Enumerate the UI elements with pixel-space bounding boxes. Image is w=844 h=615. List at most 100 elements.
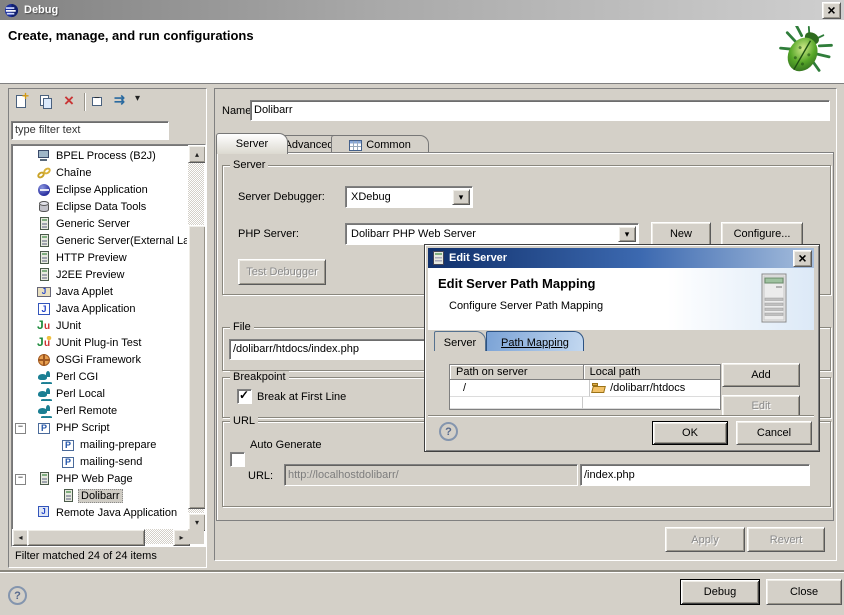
chevron-down-icon[interactable]: ▾ — [452, 189, 470, 205]
edit-mapping-button[interactable]: Edit — [722, 395, 800, 415]
chain-icon — [37, 166, 52, 180]
dialog-close-icon[interactable] — [793, 250, 812, 267]
debug-button[interactable]: Debug — [680, 579, 760, 605]
help-icon[interactable] — [8, 586, 27, 605]
dialog-tab-server[interactable]: Server — [434, 331, 486, 353]
window-title: Debug — [24, 4, 58, 16]
php-server-combo[interactable]: Dolibarr PHP Web Server ▾ — [345, 223, 639, 245]
duplicate-configuration-icon[interactable] — [36, 93, 56, 111]
ok-button[interactable]: OK — [652, 421, 728, 445]
tree-item-perl-cgi[interactable]: Perl CGI — [13, 368, 187, 385]
junit-plugin-icon — [37, 336, 52, 350]
column-header-local-path[interactable]: Local path — [584, 365, 720, 380]
auto-generate-checkbox[interactable] — [230, 452, 245, 467]
tree-item-j2ee-preview[interactable]: J2EE Preview — [13, 266, 187, 283]
osgi-icon — [37, 353, 52, 367]
server-group-title: Server — [230, 159, 268, 171]
bpel-icon — [37, 149, 52, 163]
break-first-line-label: Break at First Line — [257, 391, 346, 403]
tree-item-eclipse-application[interactable]: Eclipse Application — [13, 181, 187, 198]
window-titlebar[interactable]: Debug — [0, 0, 844, 20]
java-icon — [37, 302, 52, 316]
url-group-title: URL — [230, 415, 258, 427]
tree-horizontal-scrollbar[interactable]: ◂ ▸ — [12, 529, 188, 544]
configurations-tree: BPEL Process (B2J) Chaîne Eclipse Applic… — [11, 144, 206, 547]
scroll-up-icon[interactable]: ▴ — [188, 145, 206, 163]
tree-item-perl-remote[interactable]: Perl Remote — [13, 402, 187, 419]
tree-item-dolibarr[interactable]: Dolibarr — [13, 487, 187, 504]
local-path-cell: /dolibarr/htdocs — [590, 380, 720, 397]
scrollbar-thumb[interactable] — [27, 529, 145, 546]
configurations-sidebar: BPEL Process (B2J) Chaîne Eclipse Applic… — [8, 88, 207, 568]
tree-item-chaine[interactable]: Chaîne — [13, 164, 187, 181]
tree-item-mailing-send[interactable]: mailing-send — [13, 453, 187, 470]
toolbar-menu-chevron-icon[interactable] — [133, 93, 145, 111]
close-button[interactable]: Close — [766, 579, 842, 605]
delete-configuration-icon[interactable] — [60, 93, 80, 111]
column-header-path-on-server[interactable]: Path on server — [450, 365, 584, 380]
remote-java-icon — [37, 506, 52, 520]
edit-server-titlebar[interactable]: Edit Server — [428, 248, 814, 268]
dialog-tab-path-mapping[interactable]: Path Mapping — [486, 331, 584, 353]
table-icon — [349, 140, 362, 151]
server-small-icon — [433, 251, 444, 265]
server-icon — [61, 489, 76, 503]
revert-button[interactable]: Revert — [747, 527, 825, 552]
cancel-button[interactable]: Cancel — [736, 421, 812, 445]
url-path-input[interactable] — [584, 465, 806, 485]
name-input[interactable] — [254, 101, 826, 120]
add-mapping-button[interactable]: Add — [722, 363, 800, 387]
tree-item-generic-server-external[interactable]: Generic Server(External La — [13, 232, 187, 249]
url-base-input-wrap — [284, 464, 578, 486]
tree-item-junit[interactable]: JUnit — [13, 317, 187, 334]
new-server-button[interactable]: New — [651, 222, 711, 246]
server-icon — [37, 251, 52, 265]
tree-vertical-scrollbar[interactable]: ▴ ▾ — [188, 145, 204, 529]
dialog-help-icon[interactable] — [439, 422, 458, 441]
chevron-down-icon[interactable]: ▾ — [618, 226, 636, 242]
java-applet-icon — [37, 285, 52, 299]
tree-item-generic-server[interactable]: Generic Server — [13, 215, 187, 232]
perl-camel-icon — [37, 387, 52, 401]
debug-configurations-window: Debug Create, manage, and run configurat… — [0, 0, 844, 615]
file-group-title: File — [230, 321, 254, 333]
filter-launch-configurations-icon[interactable] — [112, 93, 132, 111]
collapse-expander-icon[interactable] — [15, 474, 26, 485]
tree-item-eclipse-data-tools[interactable]: Eclipse Data Tools — [13, 198, 187, 215]
tree-item-remote-java-application[interactable]: Remote Java Application — [13, 504, 187, 521]
server-icon — [37, 234, 52, 248]
tree-item-osgi-framework[interactable]: OSGi Framework — [13, 351, 187, 368]
tree-item-perl-local[interactable]: Perl Local — [13, 385, 187, 402]
scrollbar-thumb[interactable] — [188, 225, 206, 509]
scrollbar-corner — [188, 529, 204, 544]
server-debugger-combo[interactable]: XDebug ▾ — [345, 186, 473, 208]
tree-item-java-applet[interactable]: Java Applet — [13, 283, 187, 300]
window-close-icon[interactable] — [822, 2, 841, 19]
collapse-all-icon[interactable] — [89, 93, 109, 111]
tree-item-mailing-prepare[interactable]: mailing-prepare — [13, 436, 187, 453]
footer-separator — [0, 570, 844, 572]
path-mapping-pane: Path on server Local path / /dolibarr/ht… — [428, 351, 814, 415]
tree-item-junit-plugin-test[interactable]: JUnit Plug-in Test — [13, 334, 187, 351]
break-first-line-checkbox[interactable] — [237, 389, 252, 404]
tree-item-java-application[interactable]: Java Application — [13, 300, 187, 317]
path-mapping-row[interactable]: / /dolibarr/htdocs — [450, 380, 720, 397]
junit-icon — [37, 319, 52, 333]
tree-item-http-preview[interactable]: HTTP Preview — [13, 249, 187, 266]
tree-item-bpel-process[interactable]: BPEL Process (B2J) — [13, 147, 187, 164]
tree-item-php-web-page[interactable]: PHP Web Page — [13, 470, 187, 487]
filter-input[interactable] — [15, 122, 165, 139]
configure-button[interactable]: Configure... — [721, 222, 803, 246]
perl-camel-icon — [37, 370, 52, 384]
filter-status-text: Filter matched 24 of 24 items — [15, 550, 157, 562]
tab-server[interactable]: Server — [216, 133, 288, 154]
banner: Create, manage, and run configurations — [0, 20, 844, 84]
tree-item-php-script[interactable]: PHP Script — [13, 419, 187, 436]
apply-button[interactable]: Apply — [665, 527, 745, 552]
new-configuration-icon[interactable] — [12, 93, 32, 111]
url-label: URL: — [248, 470, 273, 482]
empty-table-row — [450, 397, 720, 409]
collapse-expander-icon[interactable] — [15, 423, 26, 434]
dialog-subheading: Configure Server Path Mapping — [449, 300, 603, 312]
test-debugger-button[interactable]: Test Debugger — [238, 259, 326, 285]
